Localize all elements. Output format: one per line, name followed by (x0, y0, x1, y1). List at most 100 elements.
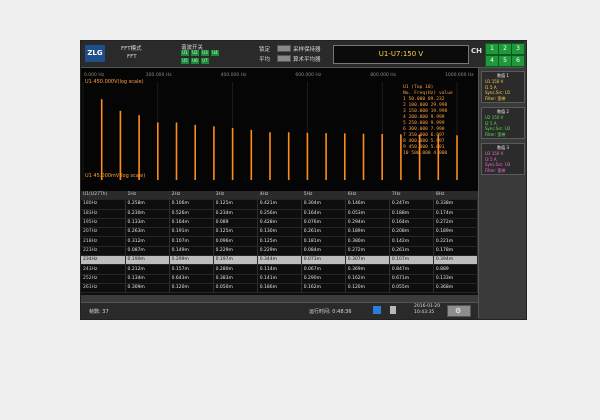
mode-value[interactable]: FFT (127, 54, 137, 60)
side-panel-block[interactable]: 数值 2 U2 150 V I2 5 A Sync.Src: U2 Filter: 宽带 (481, 107, 525, 139)
table-cell: 0.130m (257, 227, 302, 238)
side-panel-line: I1 5 A (485, 84, 497, 90)
channel-button-5[interactable]: 5 (498, 55, 512, 67)
harmonic-channel-u7[interactable]: U7 (201, 58, 209, 64)
channel-button-6[interactable]: 6 (511, 55, 525, 67)
harmonic-channel-u3[interactable]: U3 (201, 50, 209, 56)
side-panel-line: I2 5 A (485, 120, 497, 126)
top-tick-label: 600.000 Hz (295, 72, 321, 78)
hold-switch[interactable] (277, 45, 291, 52)
table-cell: 0.084m (301, 246, 346, 257)
power-analyzer-window: ZLG FFT模式 FFT 谐波开关 U1 U2 U3 U4 U5 U6 U7 锁定 采样保… (80, 40, 527, 320)
table-header-cell[interactable]: 2Hz (169, 191, 214, 201)
side-panel-block[interactable]: 数值 1 U1 150 V I1 5 A Sync.Src: U1 Filter: 宽带 (481, 71, 525, 103)
channel-button-3[interactable]: 3 (511, 43, 525, 55)
table-header-cell[interactable]: 8Hz (433, 191, 479, 201)
top-tick-label: 200.000 Hz (146, 72, 172, 78)
settings-button[interactable]: ⚙ (447, 305, 471, 317)
table-row[interactable]: 243Hz 0.212m 0.157m 0.280m 0.114m 0.067m 0.369… (81, 264, 479, 275)
average-label: 平均 (259, 57, 271, 63)
table-row[interactable]: 195Hz 0.133m 0.164m 0.089 0.428m 0.076m 0.294m… (81, 218, 479, 229)
peak-table-line: 3 150.000 19.998 (403, 108, 447, 114)
row-frequency-cell: 223Hz (81, 246, 126, 257)
peak-table-line: 9 450.000 5.001 (403, 144, 445, 150)
table-cell: 0.189m (433, 227, 479, 238)
side-panel-line: U2 150 V (485, 115, 504, 120)
table-cell: 0.181m (301, 236, 346, 247)
table-cell: 0.125m (213, 199, 258, 210)
channel-button-1[interactable]: 1 (485, 43, 499, 55)
table-row[interactable]: 207Hz 0.263m 0.191m 0.125m 0.130m 0.261m 0.189… (81, 227, 479, 238)
table-cell: 0.089 (213, 218, 258, 229)
table-row[interactable]: 218Hz 0.312m 0.107m 0.096m 0.125m 0.181m 0.380… (81, 236, 479, 247)
peak-table-line: 7 350.000 6.997 (403, 132, 445, 138)
average-switch[interactable] (277, 55, 291, 62)
table-cell: 0.304m (301, 199, 346, 210)
table-cell: 0.369m (345, 264, 390, 275)
table-header-cell[interactable]: 7Hz (389, 191, 434, 201)
table-header-cell[interactable]: U1(U27Th) (81, 191, 126, 201)
table-cell: 0.107m (169, 236, 214, 247)
table-cell: 0.258m (125, 199, 170, 210)
table-header-cell[interactable]: 1Hz (125, 191, 170, 201)
top-tick-label: 0.000 Hz (84, 72, 105, 78)
spectrum-chart: 0.000 Hz 200.000 Hz 400.000 Hz 600.000 Hz 80… (81, 68, 478, 191)
table-cell: 0.428m (257, 218, 302, 229)
table-cell: 0.261m (301, 227, 346, 238)
storage-icon (373, 306, 381, 314)
harmonic-channel-u6[interactable]: U6 (191, 58, 199, 64)
table-cell: 0.307m (345, 255, 390, 266)
status-bar: 帧数: 37 运行时间: 0:48:36 2016-01-20 10:43:35… (81, 302, 478, 319)
harmonic-channel-u2[interactable]: U2 (191, 50, 199, 56)
top-tick-label: 400.000 Hz (221, 72, 247, 78)
table-row[interactable]: 223Hz 0.087m 0.149m 0.229m 0.229m 0.084m 0.272… (81, 246, 479, 257)
peak-table-line: 6 300.000 7.998 (403, 126, 445, 132)
table-cell: 0.186m (257, 283, 302, 294)
table-row[interactable]: 234Hz 0.190m 0.299m 0.197m 0.344m 0.073m 0.307… (81, 255, 479, 266)
harmonic-channel-u1[interactable]: U1 (181, 50, 189, 56)
table-header-cell[interactable]: 6Hz (345, 191, 390, 201)
table-cell: 0.229m (257, 246, 302, 257)
row-frequency-cell: 207Hz (81, 227, 126, 238)
row-frequency-cell: 243Hz (81, 264, 126, 275)
harmonic-channel-u4[interactable]: U4 (211, 50, 219, 56)
table-row[interactable]: 252Hz 0.134m 0.643m 0.383m 0.141m 0.290m 0.162… (81, 274, 479, 284)
table-cell: 0.380m (345, 236, 390, 247)
table-cell: 0.290m (301, 274, 346, 284)
table-cell: 0.141m (257, 274, 302, 284)
table-cell: 0.421m (257, 199, 302, 210)
side-panel-block[interactable]: 数值 3 U3 150 V I3 5 A Sync.Src: U3 Filter: 宽带 (481, 143, 525, 175)
table-cell: 0.344m (257, 255, 302, 266)
table-cell: 0.120m (169, 283, 214, 294)
table-cell: 0.261m (389, 246, 434, 257)
table-cell: 0.133m (125, 218, 170, 229)
harmonic-channel-u5[interactable]: U5 (181, 58, 189, 64)
table-cell: 0.294m (345, 218, 390, 229)
channel-button-2[interactable]: 2 (498, 43, 512, 55)
channel-button-4[interactable]: 4 (485, 55, 499, 67)
scale-top-label: U1 450.000V(log scale) (85, 79, 144, 85)
side-panel-line: Sync.Src: U2 (485, 126, 511, 131)
table-cell: 0.889 (433, 264, 479, 275)
channel-label: CH (471, 47, 482, 55)
table-header-cell[interactable]: 4Hz (257, 191, 302, 201)
table-row[interactable]: 183Hz 0.230m 0.526m 0.234m 0.256m 0.164m 0.053… (81, 209, 479, 219)
table-cell: 0.067m (301, 264, 346, 275)
table-header-cell[interactable]: 3Hz (213, 191, 258, 201)
table-cell: 0.309m (125, 283, 170, 294)
row-frequency-cell: 234Hz (81, 255, 126, 266)
table-cell: 0.133m (433, 274, 479, 284)
side-panel: 数值 1 U1 150 V I1 5 A Sync.Src: U1 Filter: 宽带… (478, 68, 525, 318)
table-header-cell[interactable]: 5Hz (301, 191, 346, 201)
table-cell: 0.055m (389, 283, 434, 294)
table-cell: 0.526m (169, 209, 214, 219)
table-cell: 0.197m (213, 255, 258, 266)
table-row[interactable]: 261Hz 0.309m 0.120m 0.050m 0.186m 0.162m 0.120… (81, 283, 479, 294)
table-row[interactable]: 180Hz 0.258m 0.106m 0.125m 0.421m 0.304m 0.146… (81, 199, 479, 210)
table-cell: 0.643m (169, 274, 214, 284)
table-cell: 0.125m (257, 236, 302, 247)
side-panel-line: Sync.Src: U1 (485, 90, 511, 95)
peak-table-line: 8 400.000 5.997 (403, 138, 445, 144)
peak-table-line: 5 250.000 9.999 (403, 120, 445, 126)
table-header-row: U1(U27Th) 1Hz 2Hz 3Hz 4Hz 5Hz 6Hz 7Hz 8Hz (81, 191, 479, 201)
